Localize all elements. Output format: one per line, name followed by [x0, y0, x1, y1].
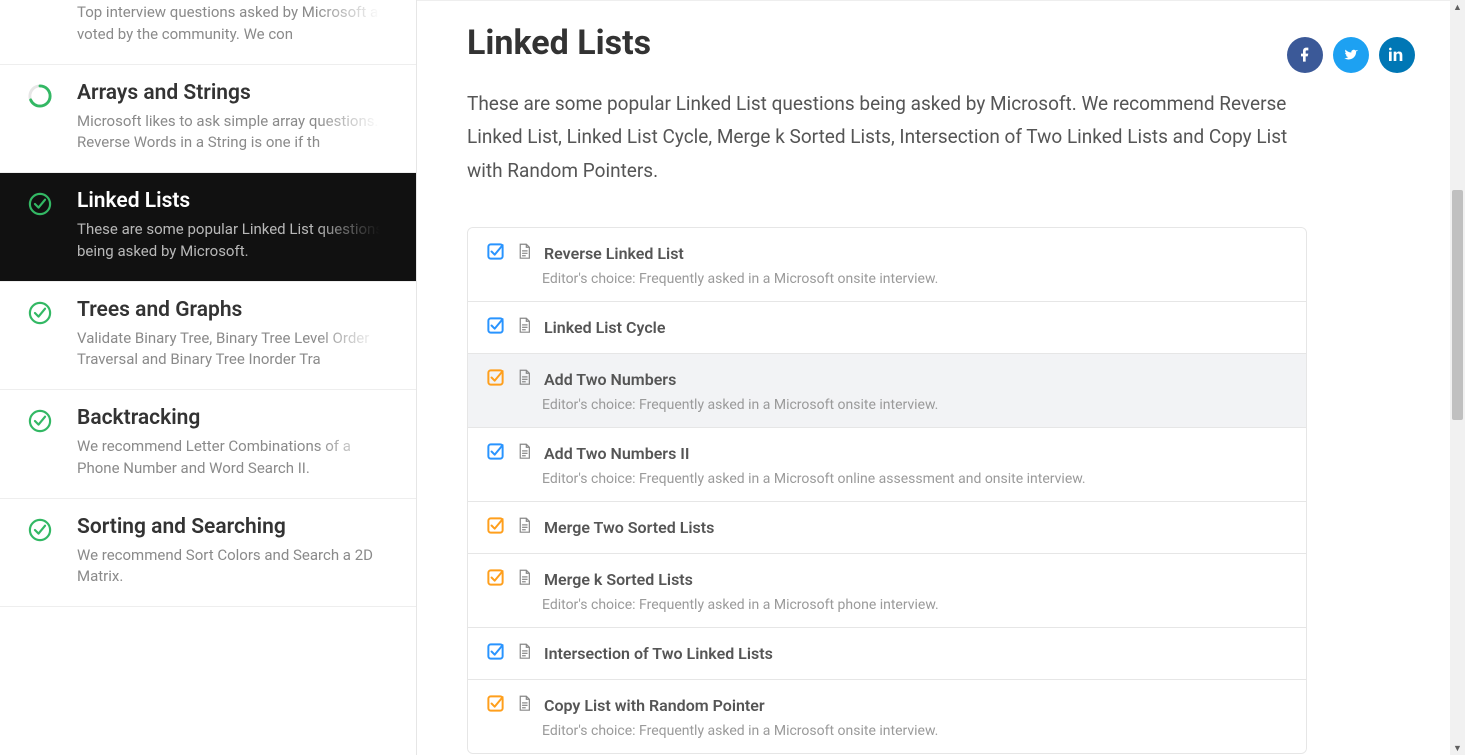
- sidebar-item-desc: Top interview questions asked by Microso…: [77, 2, 396, 46]
- document-icon: [517, 443, 532, 464]
- question-title: Merge Two Sorted Lists: [544, 518, 714, 537]
- sidebar-item-arrays[interactable]: Arrays and Strings Microsoft likes to as…: [0, 65, 416, 174]
- question-subtitle: Editor's choice: Frequently asked in a M…: [486, 591, 1288, 613]
- sidebar-item-title: Linked Lists: [77, 189, 396, 213]
- sidebar-item-title: Trees and Graphs: [77, 298, 396, 322]
- sidebar: Overview Top interview questions asked b…: [0, 0, 417, 755]
- question-title: Reverse Linked List: [544, 244, 684, 263]
- twitter-share-button[interactable]: [1333, 37, 1369, 73]
- scrollbar-down-arrow[interactable]: ▼: [1450, 741, 1465, 755]
- question-item[interactable]: Add Two Numbers Editor's choice: Frequent…: [468, 354, 1306, 428]
- page-description: These are some popular Linked List quest…: [467, 87, 1317, 187]
- checkbox-checked-icon: [486, 516, 505, 539]
- question-subtitle: Editor's choice: Frequently asked in a M…: [486, 717, 1288, 739]
- question-title: Copy List with Random Pointer: [544, 696, 765, 715]
- sidebar-item-desc: Microsoft likes to ask simple array ques…: [77, 111, 396, 155]
- social-share: [1287, 23, 1415, 73]
- check-circle-icon: [25, 515, 55, 543]
- question-item[interactable]: Copy List with Random Pointer Editor's ch…: [468, 680, 1306, 753]
- checkbox-checked-icon: [486, 694, 505, 717]
- sidebar-item-desc: We recommend Sort Colors and Search a 2D…: [77, 545, 396, 589]
- checkbox-checked-icon: [486, 642, 505, 665]
- question-subtitle: Editor's choice: Frequently asked in a M…: [486, 391, 1288, 413]
- checkbox-checked-icon: [486, 368, 505, 391]
- page-title: Linked Lists: [467, 23, 651, 63]
- checkbox-checked-icon: [486, 568, 505, 591]
- question-item[interactable]: Merge Two Sorted Lists: [468, 502, 1306, 554]
- question-title: Intersection of Two Linked Lists: [544, 644, 773, 663]
- sidebar-item-title: Backtracking: [77, 406, 396, 430]
- progress-ring-icon: [25, 81, 55, 109]
- sidebar-item-trees[interactable]: Trees and Graphs Validate Binary Tree, B…: [0, 282, 416, 391]
- checkbox-checked-icon: [486, 242, 505, 265]
- question-item[interactable]: Linked List Cycle: [468, 302, 1306, 354]
- question-item[interactable]: Add Two Numbers II Editor's choice: Frequ…: [468, 428, 1306, 502]
- question-title: Linked List Cycle: [544, 318, 665, 337]
- question-list: Reverse Linked List Editor's choice: Freq…: [467, 227, 1307, 754]
- document-icon: [517, 643, 532, 664]
- sidebar-item-linked-lists[interactable]: Linked Lists These are some popular Link…: [0, 173, 416, 282]
- document-icon: [517, 369, 532, 390]
- checkbox-checked-icon: [486, 442, 505, 465]
- question-subtitle: Editor's choice: Frequently asked in a M…: [486, 265, 1288, 287]
- main-content: Linked Lists These are some popular Link…: [417, 0, 1465, 755]
- document-icon: [517, 517, 532, 538]
- check-circle-icon: [25, 298, 55, 326]
- question-item[interactable]: Reverse Linked List Editor's choice: Freq…: [468, 228, 1306, 302]
- document-icon: [517, 243, 532, 264]
- scrollbar[interactable]: ▲ ▼: [1450, 0, 1465, 755]
- checkbox-checked-icon: [486, 316, 505, 339]
- question-item[interactable]: Merge k Sorted Lists Editor's choice: Fre…: [468, 554, 1306, 628]
- document-icon: [517, 317, 532, 338]
- sidebar-item-title: Arrays and Strings: [77, 81, 396, 105]
- question-title: Add Two Numbers II: [544, 444, 689, 463]
- scrollbar-up-arrow[interactable]: ▲: [1450, 0, 1465, 14]
- sidebar-item-backtracking[interactable]: Backtracking We recommend Letter Combina…: [0, 390, 416, 499]
- question-item[interactable]: Intersection of Two Linked Lists: [468, 628, 1306, 680]
- check-circle-icon: [25, 189, 55, 217]
- question-subtitle: Editor's choice: Frequently asked in a M…: [486, 465, 1288, 487]
- facebook-share-button[interactable]: [1287, 37, 1323, 73]
- question-title: Add Two Numbers: [544, 370, 676, 389]
- sidebar-item-desc: We recommend Letter Combinations of a Ph…: [77, 436, 396, 480]
- check-circle-icon: [25, 406, 55, 434]
- sidebar-item-overview[interactable]: Overview Top interview questions asked b…: [0, 0, 416, 65]
- question-title: Merge k Sorted Lists: [544, 570, 693, 589]
- sidebar-item-desc: Validate Binary Tree, Binary Tree Level …: [77, 328, 396, 372]
- document-icon: [517, 695, 532, 716]
- sidebar-item-title: Sorting and Searching: [77, 515, 396, 539]
- scrollbar-thumb[interactable]: [1452, 190, 1463, 420]
- sidebar-item-desc: These are some popular Linked List quest…: [77, 219, 396, 263]
- sidebar-item-sorting[interactable]: Sorting and Searching We recommend Sort …: [0, 499, 416, 608]
- linkedin-share-button[interactable]: [1379, 37, 1415, 73]
- document-icon: [517, 569, 532, 590]
